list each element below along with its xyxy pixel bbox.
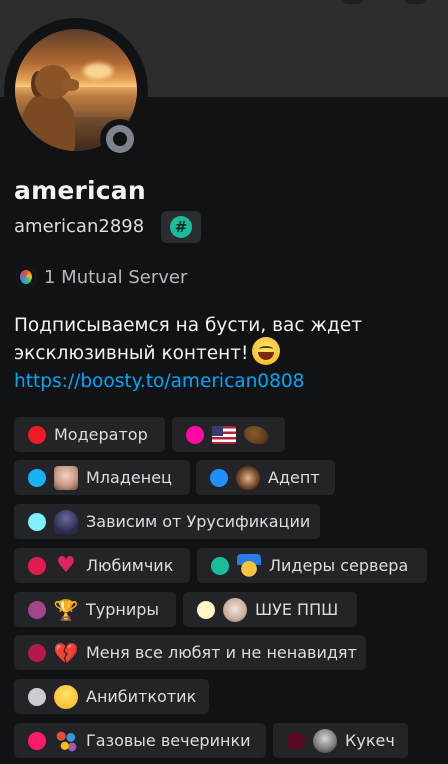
sparkling-heart-icon: ♥ <box>56 553 76 578</box>
role-pill[interactable]: Модератор <box>14 417 165 452</box>
eagle-icon <box>244 425 268 444</box>
role-color-dot <box>28 468 46 487</box>
ninja-icon <box>54 509 78 534</box>
role-pill[interactable]: 🏆 Турниры <box>14 592 176 627</box>
role-color-dot <box>28 512 46 531</box>
role-name: ШУЕ ППШ <box>255 600 339 619</box>
mutual-servers[interactable]: 1 Mutual Server <box>16 266 187 288</box>
role-color-dot <box>28 600 46 619</box>
role-pill[interactable]: Газовые вечеринки <box>14 723 266 758</box>
role-name: Модератор <box>54 425 148 444</box>
role-color-dot <box>28 425 46 444</box>
role-pill[interactable]: ♥ Любимчик <box>14 548 190 583</box>
role-color-dot <box>210 468 228 487</box>
avatar-dog-body <box>23 93 75 151</box>
banner-button-left[interactable] <box>342 0 364 4</box>
bio-line-2: эксклюзивный контент! <box>14 337 434 368</box>
role-name: Лидеры сервера <box>269 556 409 575</box>
role-color-dot <box>186 425 204 444</box>
role-pill[interactable]: Младенец <box>14 460 190 495</box>
role-color-dot <box>197 600 215 619</box>
role-pill[interactable]: Зависим от Урусификации <box>14 504 320 539</box>
medal-icon <box>237 553 261 578</box>
hashtag-badge[interactable]: # <box>161 211 201 243</box>
person-photo-icon <box>236 465 260 490</box>
display-name: american <box>14 176 146 205</box>
bio: Подписываемся на бусти, вас ждет эксклюз… <box>14 312 434 396</box>
role-name: Любимчик <box>86 556 174 575</box>
laughing-cat-icon <box>54 684 78 709</box>
pale-face-icon <box>223 597 247 622</box>
role-color-dot <box>28 643 46 662</box>
us-flag-icon <box>212 425 236 444</box>
role-pill[interactable]: Анибиткотик <box>14 679 209 714</box>
role-color-dot <box>211 556 229 575</box>
avatar-sun <box>83 63 113 79</box>
trophy-icon: 🏆 <box>54 597 78 622</box>
role-name: Адепт <box>268 468 320 487</box>
role-name: Газовые вечеринки <box>86 731 251 750</box>
hashtag-icon: # <box>170 216 192 238</box>
role-pill[interactable]: Кукеч <box>273 723 408 758</box>
server-icon <box>16 266 36 288</box>
bio-line-2-text: эксклюзивный контент! <box>14 343 249 364</box>
role-pill[interactable]: 💔 Меня все любят и не ненавидят <box>14 635 366 670</box>
role-pill[interactable]: Адепт <box>196 460 335 495</box>
role-pill[interactable]: Лидеры сервера <box>197 548 427 583</box>
avatar-dog-snout <box>61 79 79 91</box>
mutual-servers-label: 1 Mutual Server <box>44 266 188 288</box>
bio-line-1: Подписываемся на бусти, вас ждет <box>14 315 362 336</box>
role-name: Анибиткотик <box>86 687 197 706</box>
boosty-link[interactable]: https://boosty.to/american0808 <box>14 368 434 396</box>
banner-button-right[interactable] <box>404 0 426 4</box>
role-pill[interactable] <box>172 417 285 452</box>
role-name: Зависим от Урусификации <box>86 512 311 531</box>
status-icon-hole <box>113 132 127 146</box>
broken-heart-icon: 💔 <box>54 640 78 665</box>
role-pill[interactable]: ШУЕ ППШ <box>183 592 357 627</box>
role-color-dot <box>287 731 305 750</box>
baby-photo-icon <box>54 465 78 490</box>
role-color-dot <box>28 731 46 750</box>
role-color-dot <box>28 687 46 706</box>
monochrome-face-icon <box>313 728 337 753</box>
role-name: Меня все любят и не ненавидят <box>86 643 357 662</box>
role-name: Турниры <box>86 600 160 619</box>
grinning-emoji-icon <box>252 337 281 365</box>
role-color-dot <box>28 556 46 575</box>
role-name: Младенец <box>86 468 172 487</box>
username[interactable]: american2898 <box>14 216 144 237</box>
role-name: Кукеч <box>345 731 395 750</box>
bubbles-icon <box>54 728 78 753</box>
